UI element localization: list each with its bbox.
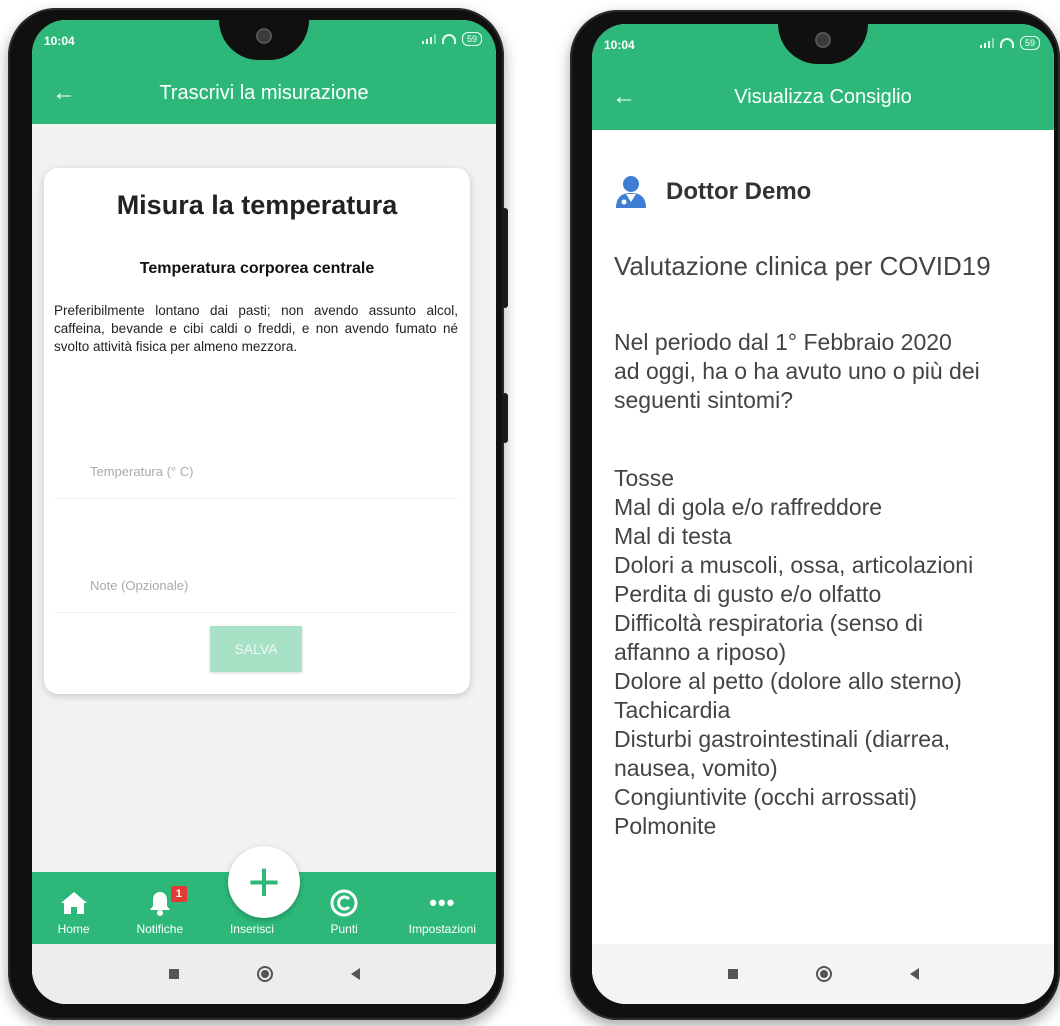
left-screen: 10:04 59 ← Trascrivi la misurazione Misu… [32, 20, 496, 1004]
recents-icon[interactable] [727, 969, 738, 979]
symptom-item: Perdita di gusto e/o olfatto [614, 581, 882, 607]
symptom-item: Tachicardia [614, 697, 731, 723]
notes-placeholder: Note (Opzionale) [90, 578, 189, 593]
symptom-item: Difficoltà respiratoria (senso di [614, 610, 923, 636]
notes-input[interactable]: Note (Opzionale) [54, 572, 458, 613]
system-nav-bar [592, 944, 1054, 1004]
volume-button [502, 208, 508, 308]
card-description: Preferibilmente lontano dai pasti; non a… [54, 303, 458, 354]
symptom-item: Dolori a muscoli, ossa, articolazioni [614, 552, 974, 578]
measurement-card: Misura la temperatura Temperatura corpor… [44, 168, 470, 694]
symptom-item: affanno a riposo) [614, 639, 787, 665]
symptom-item: Disturbi gastrointestinali (diarrea, [614, 726, 951, 752]
home-button-icon[interactable] [815, 966, 832, 982]
tab-punti[interactable]: Punti [306, 888, 382, 944]
tab-label-notifiche: Notifiche [136, 922, 184, 936]
question-line: ad oggi, ha o ha avuto uno o più dei [614, 358, 980, 384]
symptoms-list: Tosse Mal di gola e/o raffreddore Mal di… [614, 464, 1042, 841]
recents-icon[interactable] [168, 969, 179, 979]
add-button[interactable]: + [228, 846, 300, 918]
symptom-item: Congiuntivite (occhi arrossati) [614, 784, 917, 810]
symptom-item: Tosse [614, 465, 675, 491]
page-title: Visualizza Consiglio [734, 86, 912, 108]
temperature-placeholder: Temperatura (° C) [90, 464, 194, 479]
right-screen: 10:04 59 ← Visualizza Consiglio Dottor D… [592, 24, 1054, 1004]
save-button[interactable]: SALVA [210, 626, 302, 672]
back-triangle-icon[interactable] [909, 968, 919, 980]
doctor-header: Dottor Demo [614, 172, 811, 212]
notification-badge: 1 [170, 886, 187, 902]
symptom-item: Mal di gola e/o raffreddore [614, 494, 883, 520]
copyright-icon [306, 888, 382, 918]
question-line: seguenti sintomi? [614, 387, 793, 413]
symptom-item: Polmonite [614, 813, 717, 839]
left-phone-frame: 10:04 59 ← Trascrivi la misurazione Misu… [8, 8, 508, 1020]
wifi-icon [999, 38, 1014, 48]
tab-home[interactable]: Home [39, 888, 109, 944]
app-bar: ← Trascrivi la misurazione [32, 64, 496, 124]
card-title: Misura la temperatura [116, 190, 398, 220]
home-button-icon[interactable] [256, 966, 273, 982]
symptom-item: Dolore al petto (dolore allo sterno) [614, 668, 962, 694]
temperature-input[interactable]: Temperatura (° C) [54, 458, 458, 499]
question-line: Nel periodo dal 1° Febbraio 2020 [614, 329, 952, 355]
plus-icon: + [247, 850, 281, 913]
tab-label-impostazioni: Impostazioni [408, 922, 477, 936]
page-title: Trascrivi la misurazione [159, 82, 369, 104]
back-triangle-icon[interactable] [350, 968, 360, 980]
battery-icon: 59 [1019, 36, 1040, 50]
signal-icon [979, 38, 994, 48]
home-icon [39, 888, 109, 918]
tab-impostazioni[interactable]: ••• Impostazioni [395, 888, 489, 944]
doctor-name: Dottor Demo [666, 178, 812, 205]
symptom-item: Mal di testa [614, 523, 732, 549]
wifi-icon [441, 34, 456, 44]
power-button [502, 393, 508, 443]
app-bar: ← Visualizza Consiglio [592, 68, 1054, 130]
tab-label-inserisci: Inserisci [229, 922, 274, 936]
tab-label-home: Home [57, 922, 90, 936]
card-subtitle: Temperatura corporea centrale [139, 260, 375, 277]
doctor-icon [614, 174, 648, 210]
tab-label-punti: Punti [330, 922, 358, 936]
battery-icon: 59 [461, 32, 482, 46]
right-phone-frame: 10:04 59 ← Visualizza Consiglio Dottor D… [570, 10, 1060, 1020]
more-icon: ••• [429, 890, 456, 915]
tab-notifiche[interactable]: 1 Notifiche [122, 886, 198, 944]
status-time: 10:04 [604, 38, 635, 52]
signal-icon [421, 34, 436, 44]
system-nav-bar [32, 944, 496, 1004]
symptom-item: nausea, vomito) [614, 755, 778, 781]
status-time: 10:04 [44, 34, 75, 48]
advice-heading: Valutazione clinica per COVID19 [614, 251, 991, 281]
advice-question: Nel periodo dal 1° Febbraio 2020 ad oggi… [614, 328, 1042, 415]
